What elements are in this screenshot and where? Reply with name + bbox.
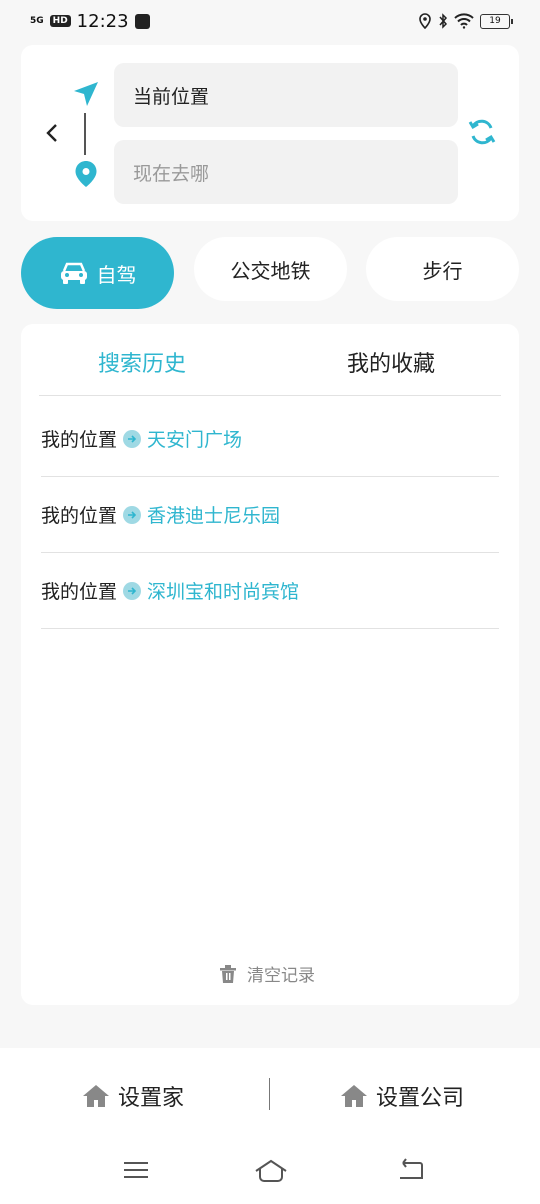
battery-level: 19: [489, 16, 501, 26]
history-from: 我的位置: [41, 429, 118, 451]
tabs-divider: [39, 395, 501, 396]
car-icon: [60, 262, 87, 284]
set-home-button[interactable]: 设置家: [82, 1080, 184, 1112]
home-icon: [83, 1085, 109, 1107]
signal-icon: 5G: [30, 15, 44, 26]
hd-icon: HD: [49, 15, 71, 27]
history-to: 香港迪士尼乐园: [147, 505, 281, 527]
destination-placeholder: 现在去哪: [133, 162, 210, 185]
arrow-right-icon: [123, 505, 142, 524]
history-item[interactable]: 我的位置 深圳宝和时尚宾馆: [41, 553, 499, 629]
mode-transit-label: 公交地铁: [230, 258, 311, 283]
history-item[interactable]: 我的位置 天安门广场: [41, 401, 499, 477]
clear-history-label: 清空记录: [247, 966, 315, 986]
bluetooth-icon: [439, 13, 448, 29]
clear-history-button[interactable]: 清空记录: [219, 961, 315, 986]
mode-drive-button[interactable]: 自驾: [21, 237, 174, 309]
mode-walk-label: 步行: [422, 258, 463, 283]
origin-value: 当前位置: [133, 85, 210, 108]
mode-drive-label: 自驾: [96, 262, 137, 287]
route-connector: [84, 113, 86, 155]
history-card: 搜索历史 我的收藏 我的位置 天安门广场 我的位置 香港迪士尼乐园 我的位置 深…: [21, 324, 519, 1005]
set-home-label: 设置家: [118, 1086, 185, 1111]
set-work-label: 设置公司: [376, 1086, 465, 1111]
route-card: 当前位置 现在去哪: [21, 45, 519, 221]
history-item[interactable]: 我的位置 香港迪士尼乐园: [41, 477, 499, 553]
bottom-bar: 设置家 设置公司: [0, 1048, 540, 1204]
history-from: 我的位置: [41, 581, 118, 603]
mode-walk-button[interactable]: 步行: [366, 237, 519, 301]
destination-input[interactable]: 现在去哪: [114, 140, 458, 204]
navigation-arrow-icon: [74, 82, 98, 106]
location-pin-icon: [75, 161, 97, 187]
tab-search-history[interactable]: 搜索历史: [98, 346, 186, 378]
back-button[interactable]: [41, 121, 63, 145]
status-bar: 5G HD 12:23 19: [0, 0, 540, 42]
trash-icon: [220, 964, 236, 983]
origin-input[interactable]: 当前位置: [114, 63, 458, 127]
back-nav-icon[interactable]: [396, 1155, 426, 1185]
status-time: 12:23: [76, 10, 129, 32]
mode-transit-button[interactable]: 公交地铁: [194, 237, 347, 301]
home-nav-icon[interactable]: [254, 1155, 288, 1185]
arrow-right-icon: [123, 581, 142, 600]
location-icon: [419, 13, 431, 29]
battery-icon: 19: [480, 13, 513, 29]
home-icon: [341, 1085, 367, 1107]
history-to: 深圳宝和时尚宾馆: [147, 581, 300, 603]
tab-favorites[interactable]: 我的收藏: [347, 346, 435, 378]
set-work-button[interactable]: 设置公司: [340, 1080, 464, 1112]
wifi-icon: [454, 13, 474, 29]
swap-route-icon[interactable]: [467, 117, 497, 147]
arrow-right-icon: [123, 429, 142, 448]
menu-icon[interactable]: [121, 1155, 151, 1185]
bottom-divider: [269, 1078, 270, 1110]
chevron-left-icon: [46, 124, 57, 142]
message-icon: [134, 13, 150, 29]
history-from: 我的位置: [41, 505, 118, 527]
history-to: 天安门广场: [147, 429, 243, 451]
